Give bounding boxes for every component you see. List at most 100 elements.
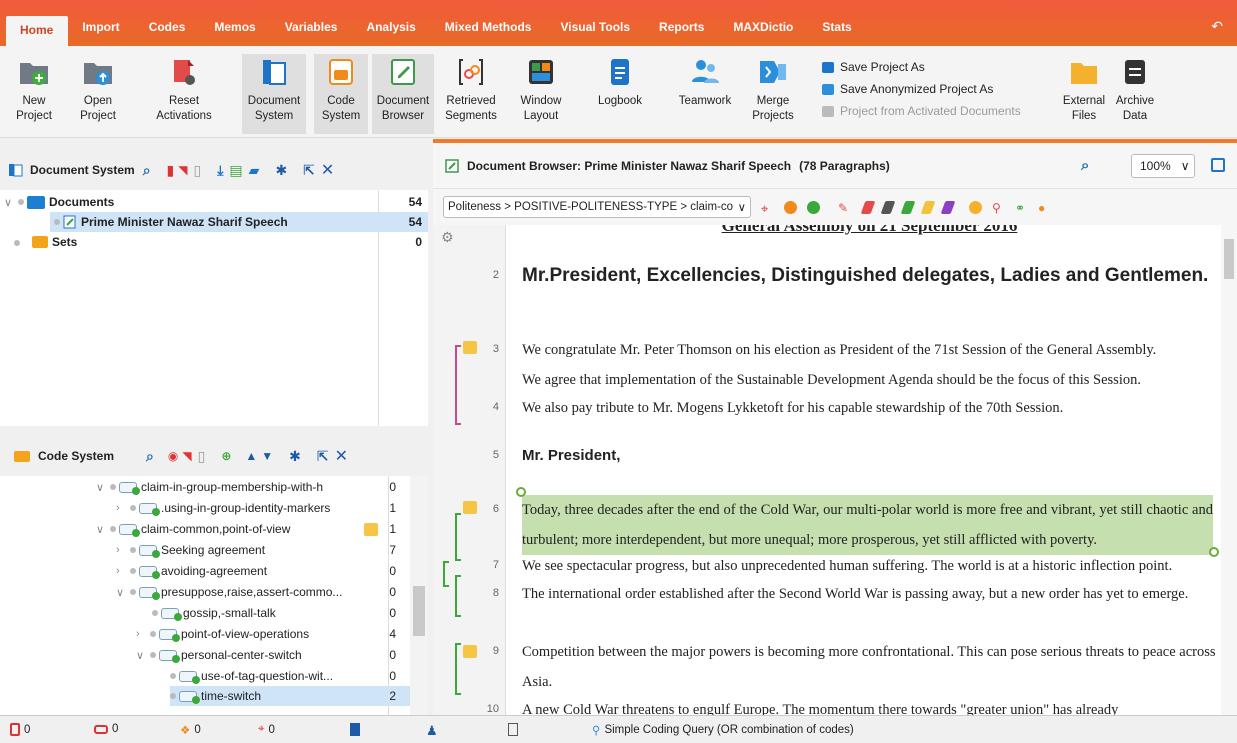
activate-documents-icon[interactable]: ▮: [167, 162, 175, 179]
code-row[interactable]: › Seeking agreement 7: [116, 540, 410, 560]
selection-handle-start[interactable]: [516, 487, 526, 497]
code-row-selected[interactable]: time-switch 2: [170, 686, 410, 706]
zoom-select[interactable]: 100% ∨: [1131, 154, 1195, 178]
chevron-down-icon[interactable]: ∨: [136, 649, 150, 662]
scrollbar-thumb[interactable]: [1224, 239, 1234, 279]
close-icon[interactable]: ✕: [321, 160, 334, 180]
tab-reports[interactable]: Reports: [645, 0, 719, 46]
deactivate-icon[interactable]: ▯: [194, 162, 202, 179]
undock-icon[interactable]: ⇱: [317, 448, 329, 465]
chevron-right-icon[interactable]: ›: [136, 628, 150, 640]
code-row[interactable]: › avoiding-agreement 0: [116, 561, 410, 581]
memo-icon[interactable]: [463, 645, 477, 658]
undo-icon[interactable]: ↶: [1211, 18, 1223, 35]
save-anonymized-button[interactable]: Save Anonymized Project As: [822, 78, 1021, 100]
status-weights[interactable]: ⌖ 0: [258, 723, 275, 736]
document-scrollbar[interactable]: [1221, 225, 1237, 715]
retrieved-segments-button[interactable]: Retrieved Segments: [445, 54, 497, 134]
tab-memos[interactable]: Memos: [200, 0, 270, 46]
remove-code-icon[interactable]: ✎: [838, 201, 851, 215]
code-row[interactable]: ∨ claim-common,point-of-view 1: [96, 519, 410, 539]
coding-stripe[interactable]: [443, 561, 449, 587]
teamwork-button[interactable]: Teamwork: [674, 54, 736, 134]
code-row[interactable]: use-of-tag-question-wit... 0: [170, 666, 410, 686]
activate-codes-icon[interactable]: ◉: [168, 449, 178, 463]
tab-variables[interactable]: Variables: [271, 0, 353, 46]
merge-projects-button[interactable]: Merge Projects: [748, 54, 798, 134]
document-system-button[interactable]: Document System: [242, 54, 306, 134]
status-codes[interactable]: 0: [94, 723, 118, 735]
chevron-down-icon[interactable]: ∨: [96, 523, 110, 536]
external-files-button[interactable]: External Files: [1058, 54, 1110, 134]
highlight-purple-icon[interactable]: [940, 200, 956, 214]
move-up-icon[interactable]: ▲: [245, 449, 257, 463]
close-icon[interactable]: ✕: [335, 446, 348, 466]
chevron-down-icon[interactable]: ∨: [4, 196, 18, 209]
logbook-button[interactable]: Logbook: [592, 54, 648, 134]
highlight-green-icon[interactable]: [900, 200, 916, 214]
chevron-down-icon[interactable]: ∨: [116, 586, 130, 599]
status-segments[interactable]: ❖ 0: [180, 723, 201, 737]
highlight-red-icon[interactable]: [860, 200, 876, 214]
tree-row-sets[interactable]: Sets 0: [0, 232, 428, 252]
tab-stats[interactable]: Stats: [808, 0, 866, 46]
code-in-vivo-icon[interactable]: [807, 200, 820, 214]
settings-icon[interactable]: ✱: [275, 162, 287, 179]
symbol-code-icon[interactable]: ⚲: [992, 201, 1005, 215]
code-row[interactable]: ∨ personal-center-switch 0: [136, 645, 410, 665]
coding-stripe[interactable]: [455, 643, 461, 695]
archive-data-button[interactable]: Archive Data: [1112, 54, 1158, 134]
settings-icon[interactable]: ⚙: [441, 229, 454, 246]
window-layout-button[interactable]: Window Layout: [516, 54, 566, 134]
status-file-icon[interactable]: [508, 723, 518, 736]
code-with-new-code-icon[interactable]: [784, 200, 797, 214]
code-row[interactable]: › point-of-view-operations 4: [136, 624, 410, 644]
coding-stripe[interactable]: [455, 575, 461, 617]
search-icon[interactable]: ⌕: [1081, 157, 1089, 174]
code-scrollbar[interactable]: [410, 476, 428, 715]
code-system-button[interactable]: Code System: [314, 54, 368, 134]
import-icon[interactable]: ⤓: [217, 162, 223, 179]
comment-icon[interactable]: ●: [1038, 201, 1051, 215]
highlight-yellow-icon[interactable]: [920, 200, 936, 214]
reset-activations-button[interactable]: Reset Activations: [152, 54, 216, 134]
chevron-right-icon[interactable]: ›: [116, 565, 130, 577]
tab-home[interactable]: Home: [6, 16, 69, 46]
new-code-icon[interactable]: ⊕: [221, 449, 231, 463]
code-select[interactable]: Politeness > POSITIVE-POLITENESS-TYPE > …: [443, 196, 751, 218]
panel-toggle-icon[interactable]: [1211, 158, 1225, 172]
code-row[interactable]: gossip,-small-talk 0: [152, 603, 410, 623]
deactivate-icon[interactable]: ▯: [198, 448, 206, 465]
project-from-activated-button[interactable]: Project from Activated Documents: [822, 100, 1021, 122]
document-browser-button[interactable]: Document Browser: [372, 54, 434, 134]
chevron-down-icon[interactable]: ∨: [96, 481, 110, 494]
tab-analysis[interactable]: Analysis: [352, 0, 430, 46]
emoticode-icon[interactable]: [969, 200, 982, 214]
status-query[interactable]: ⚲ Simple Coding Query (OR combination of …: [592, 723, 854, 737]
document-text-area[interactable]: General Assembly on 21 September 2016 Mr…: [505, 225, 1221, 715]
tab-codes[interactable]: Codes: [135, 0, 201, 46]
tab-maxdictio[interactable]: MAXDictio: [719, 0, 808, 46]
memo-icon[interactable]: [463, 501, 477, 514]
memo-icon[interactable]: [463, 341, 477, 354]
status-user-icon[interactable]: [350, 723, 360, 736]
status-documents[interactable]: 0: [10, 723, 30, 736]
tab-visual-tools[interactable]: Visual Tools: [546, 0, 645, 46]
undock-icon[interactable]: ⇱: [303, 162, 315, 179]
new-document-icon[interactable]: ▤: [229, 162, 242, 179]
search-icon[interactable]: ⌕: [146, 448, 154, 465]
code-row[interactable]: › .using-in-group-identity-markers 1: [116, 498, 410, 518]
new-project-button[interactable]: New Project: [14, 54, 54, 134]
selection-handle-end[interactable]: [1209, 547, 1219, 557]
link-code-icon[interactable]: ⚭: [1015, 201, 1028, 215]
chevron-right-icon[interactable]: ›: [116, 502, 130, 514]
activate-icon[interactable]: ◥: [182, 449, 191, 463]
highlight-black-icon[interactable]: [880, 200, 896, 214]
tab-import[interactable]: Import: [68, 0, 134, 46]
code-row[interactable]: ∨ presuppose,raise,assert-commo... 0: [116, 582, 410, 602]
status-team-icon[interactable]: ♟: [426, 723, 438, 739]
open-project-button[interactable]: Open Project: [76, 54, 120, 134]
coding-stripe[interactable]: [455, 513, 461, 561]
search-icon[interactable]: ⌕: [143, 162, 151, 179]
move-down-icon[interactable]: ▼: [261, 449, 273, 463]
